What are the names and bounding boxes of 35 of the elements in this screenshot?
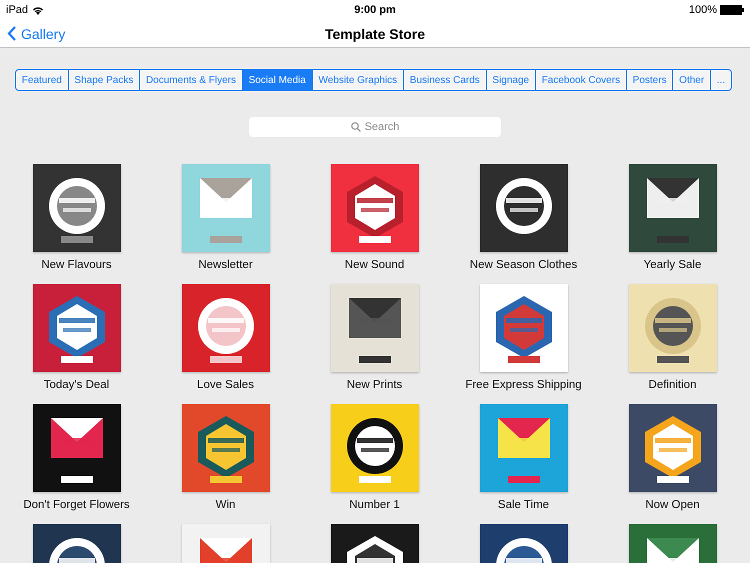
category-tab[interactable]: Signage [486,70,536,90]
category-tab[interactable]: Facebook Covers [536,70,627,90]
chevron-left-icon [7,26,16,41]
template-title: Free Express Shipping [465,379,582,393]
template-title: New Season Clothes [470,259,578,273]
template-title: Definition [648,379,696,393]
template-title: Win [216,499,236,513]
back-button[interactable]: Gallery [7,26,66,42]
template-title: Today's Deal [44,379,110,393]
category-tab[interactable]: Featured [16,70,69,90]
template-title: Sale Time [498,499,550,513]
category-tab[interactable]: ... [710,70,731,90]
category-tab[interactable]: Social Media [242,70,313,90]
template-title: Newsletter [198,259,253,273]
template-title: Don't Forget Flowers [23,499,130,513]
category-tab[interactable]: Business Cards [404,70,487,90]
template-title: Now Open [645,499,700,513]
template-title: Number 1 [349,499,400,513]
category-tab[interactable]: Shape Packs [68,70,140,90]
battery-percentage: 100% [688,4,718,16]
battery-icon [720,5,744,15]
clock-time: 9:00 pm [354,4,396,16]
category-tab[interactable]: Posters [626,70,674,90]
template-title: New Sound [344,259,404,273]
template-title: Yearly Sale [644,259,702,273]
device-name: iPad [6,4,28,16]
template-title: Love Sales [197,379,254,393]
search-field[interactable]: Search [249,117,501,137]
wifi-icon [32,6,44,14]
search-icon [351,122,361,132]
category-tab[interactable]: Other [673,70,711,90]
template-title: New Prints [346,379,402,393]
template-title: New Flavours [41,259,112,273]
category-tab[interactable]: Website Graphics [312,70,404,90]
page-title: Template Store [324,26,426,42]
